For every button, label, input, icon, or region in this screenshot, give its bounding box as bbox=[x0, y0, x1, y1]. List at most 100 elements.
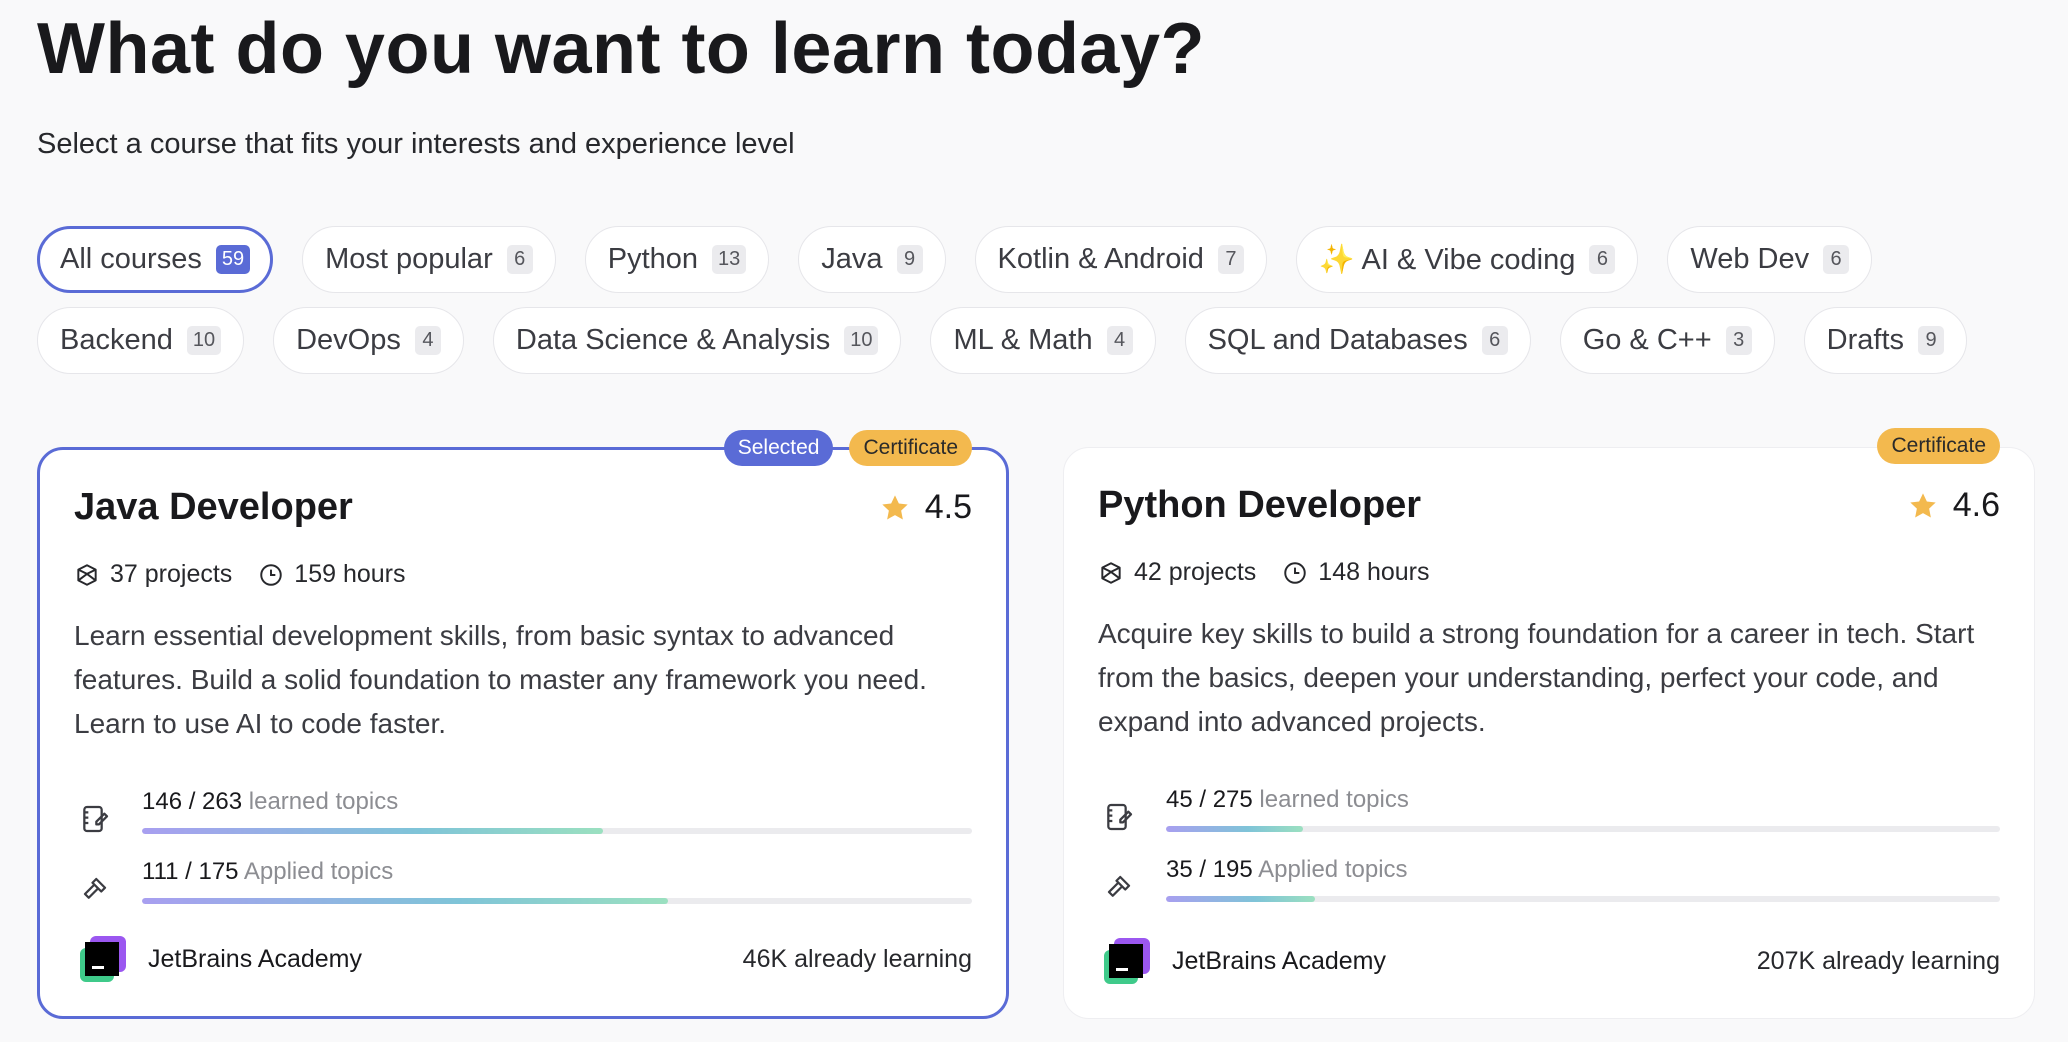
selected-badge: Selected bbox=[723, 430, 834, 466]
learned-topics-progress: 146 / 263 learned topics bbox=[74, 788, 972, 840]
filter-chip-ai-vibe-coding[interactable]: ✨ AI & Vibe coding 6 bbox=[1295, 226, 1639, 293]
chip-count: 4 bbox=[414, 326, 441, 355]
chip-label: Java bbox=[821, 243, 883, 275]
course-description: Learn essential development skills, from… bbox=[74, 620, 927, 739]
course-title: Java Developer bbox=[74, 486, 353, 528]
cube-icon bbox=[77, 563, 97, 586]
projects-label: 37 projects bbox=[110, 560, 233, 588]
provider: JetBrains Academy bbox=[1104, 938, 1386, 984]
chip-count: 9 bbox=[1918, 326, 1944, 355]
projects-count: 37 projects bbox=[74, 560, 232, 589]
jetbrains-academy-logo-icon bbox=[1104, 938, 1150, 984]
course-meta: 42 projects 148 hours bbox=[1098, 558, 1430, 587]
chip-count: 6 bbox=[1589, 245, 1616, 274]
applied-value: 111 / 175 bbox=[142, 858, 239, 885]
course-rating: 4.5 bbox=[879, 488, 972, 527]
projects-count: 42 projects bbox=[1098, 558, 1256, 587]
chip-count: 10 bbox=[186, 326, 222, 355]
progress-fill bbox=[1166, 896, 1316, 902]
certificate-badge: Certificate bbox=[1877, 428, 2000, 464]
chip-count: 6 bbox=[1823, 245, 1850, 274]
notebook-pencil-icon bbox=[1098, 796, 1140, 838]
learned-value: 45 / 275 bbox=[1166, 786, 1253, 813]
chip-count: 10 bbox=[844, 326, 879, 355]
course-description: Acquire key skills to build a strong fou… bbox=[1098, 618, 1975, 737]
chip-count: 7 bbox=[1217, 245, 1244, 274]
learned-label: learned topics bbox=[248, 788, 399, 815]
chip-label: Kotlin & Android bbox=[997, 243, 1204, 275]
filter-chip-kotlin-android[interactable]: Kotlin & Android 7 bbox=[974, 226, 1267, 293]
filter-chip-data-science[interactable]: Data Science & Analysis 10 bbox=[492, 307, 902, 374]
learned-progress-bar bbox=[1166, 826, 2000, 832]
filter-chip-sql-databases[interactable]: SQL and Databases 6 bbox=[1184, 307, 1531, 374]
filter-chip-backend[interactable]: Backend 10 bbox=[37, 307, 245, 374]
progress-fill bbox=[142, 828, 603, 834]
card-footer: JetBrains Academy 46K already learning bbox=[80, 936, 972, 982]
learned-value: 146 / 263 bbox=[142, 788, 243, 815]
clock-icon bbox=[260, 563, 283, 586]
course-card-python-developer[interactable]: Certificate Python Developer 4.6 42 proj… bbox=[1063, 428, 2035, 1019]
learners-count: 46K already learning bbox=[742, 944, 972, 973]
hours-count: 159 hours bbox=[258, 560, 406, 589]
certificate-badge: Certificate bbox=[849, 430, 972, 466]
card-badges: Certificate bbox=[1877, 428, 2000, 464]
learned-progress-bar bbox=[142, 828, 972, 834]
star-icon bbox=[882, 494, 908, 519]
card-badges: Selected Certificate bbox=[723, 430, 972, 466]
course-meta: 37 projects 159 hours bbox=[74, 560, 406, 589]
course-card-java-developer[interactable]: Selected Certificate Java Developer 4.5 … bbox=[37, 430, 1009, 1019]
hammer-icon bbox=[1098, 866, 1140, 908]
chip-count: 6 bbox=[506, 245, 533, 274]
chip-label: Drafts bbox=[1826, 324, 1904, 356]
notebook-pencil-icon bbox=[74, 798, 116, 840]
chip-count: 3 bbox=[1725, 326, 1752, 355]
course-title: Python Developer bbox=[1098, 484, 1422, 526]
card-header: Java Developer 4.5 bbox=[74, 486, 972, 529]
hammer-icon bbox=[74, 868, 116, 910]
learned-topics-progress: 45 / 275 learned topics bbox=[1098, 786, 2000, 838]
star-icon bbox=[1910, 492, 1936, 517]
chip-label: Data Science & Analysis bbox=[515, 324, 831, 356]
chip-label: Most popular bbox=[325, 243, 493, 275]
progress-fill bbox=[142, 898, 669, 904]
chip-count: 13 bbox=[712, 245, 747, 274]
chip-count: 9 bbox=[896, 245, 923, 274]
hours-label: 159 hours bbox=[294, 560, 406, 588]
hours-count: 148 hours bbox=[1282, 558, 1430, 587]
provider-name: JetBrains Academy bbox=[1172, 946, 1386, 975]
chip-label: ML & Math bbox=[953, 324, 1093, 356]
learned-label: learned topics bbox=[1259, 786, 1409, 813]
learners-count: 207K already learning bbox=[1756, 946, 2000, 975]
filter-chip-java[interactable]: Java 9 bbox=[798, 226, 946, 293]
card-header: Python Developer 4.6 bbox=[1098, 484, 2000, 527]
applied-value: 35 / 195 bbox=[1166, 856, 1253, 883]
applied-label: Applied topics bbox=[243, 858, 394, 885]
chip-count: 59 bbox=[215, 245, 251, 274]
filter-chip-go-cpp[interactable]: Go & C++ 3 bbox=[1559, 307, 1775, 374]
chip-label: DevOps bbox=[296, 324, 401, 356]
filter-chip-python[interactable]: Python 13 bbox=[584, 226, 770, 293]
filter-chip-most-popular[interactable]: Most popular 6 bbox=[302, 226, 556, 293]
filter-chips: All courses 59 Most popular 6 Python 13 Jav… bbox=[37, 226, 2017, 374]
filter-chip-all-courses[interactable]: All courses 59 bbox=[37, 226, 274, 293]
course-rating: 4.6 bbox=[1907, 486, 2000, 525]
rating-value: 4.5 bbox=[924, 488, 972, 526]
chip-label: Go & C++ bbox=[1582, 324, 1712, 356]
chip-label: ✨ AI & Vibe coding bbox=[1318, 243, 1576, 276]
clock-icon bbox=[1284, 561, 1307, 584]
provider-name: JetBrains Academy bbox=[148, 944, 362, 973]
provider: JetBrains Academy bbox=[80, 936, 362, 982]
progress-fill bbox=[1166, 826, 1303, 832]
chip-label: All courses bbox=[60, 243, 202, 275]
applied-topics-progress: 111 / 175 Applied topics bbox=[74, 858, 972, 910]
chip-count: 4 bbox=[1106, 326, 1133, 355]
hours-label: 148 hours bbox=[1318, 558, 1430, 586]
filter-chip-ml-math[interactable]: ML & Math 4 bbox=[930, 307, 1156, 374]
applied-topics-progress: 35 / 195 Applied topics bbox=[1098, 856, 2000, 908]
filter-chip-drafts[interactable]: Drafts 9 bbox=[1803, 307, 1967, 374]
filter-chip-devops[interactable]: DevOps 4 bbox=[273, 307, 464, 374]
cube-icon bbox=[1101, 561, 1121, 584]
rating-value: 4.6 bbox=[1952, 486, 2000, 524]
filter-chip-web-dev[interactable]: Web Dev 6 bbox=[1667, 226, 1873, 293]
applied-progress-bar bbox=[142, 898, 972, 904]
